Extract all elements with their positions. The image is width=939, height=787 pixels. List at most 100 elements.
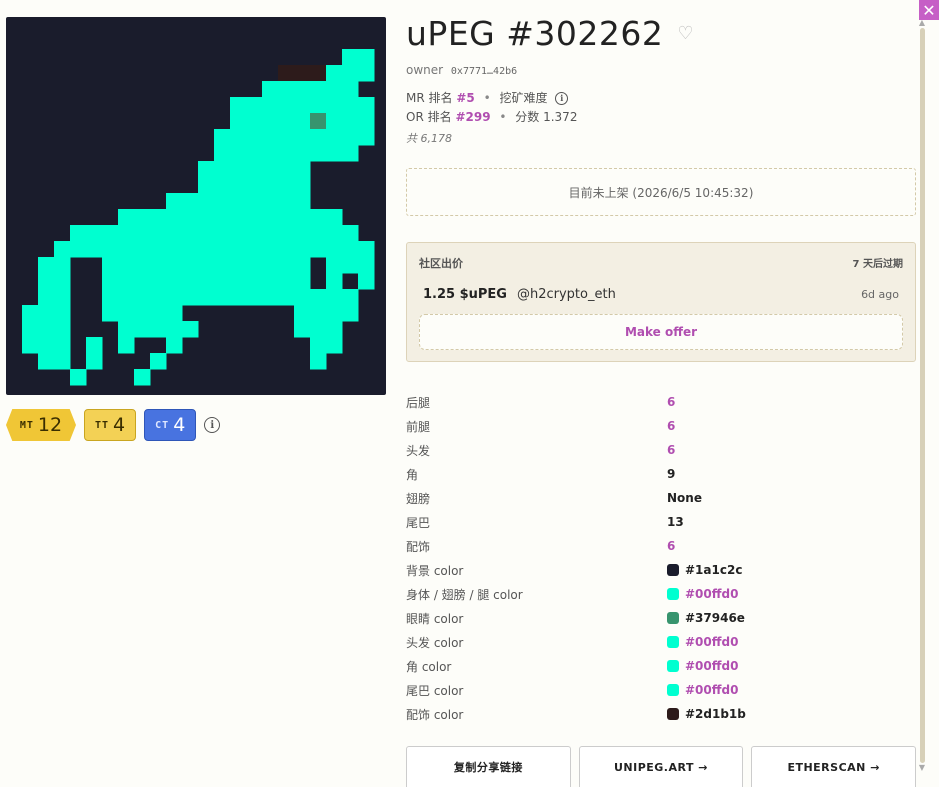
trait-value-text: 6 <box>667 443 676 457</box>
scrollbar-thumb[interactable] <box>919 28 925 763</box>
unipeg-link-button[interactable]: UNIPEG.ART → <box>578 746 744 787</box>
copy-share-link-button[interactable]: 复制分享链接 <box>406 746 571 787</box>
accessory-pixel <box>278 65 326 81</box>
badge-key: TT <box>95 419 110 431</box>
body-pixel <box>230 97 247 114</box>
body-pixel <box>342 257 359 274</box>
trait-key: 前腿 <box>406 419 431 434</box>
body-pixel <box>198 193 215 210</box>
body-pixel <box>182 289 199 306</box>
body-pixel <box>294 193 311 210</box>
body-pixel <box>182 225 199 242</box>
trait-row: 眼睛 color #37946e <box>406 606 916 630</box>
trait-value-text: #00ffd0 <box>685 683 739 697</box>
body-pixel <box>262 81 279 98</box>
body-pixel <box>278 193 295 210</box>
body-pixel <box>214 177 231 194</box>
trait-key: 眼睛 color <box>406 611 464 626</box>
trait-value: None <box>667 491 702 505</box>
trait-key: 背景 color <box>406 563 464 578</box>
body-pixel <box>230 257 247 274</box>
body-pixel <box>278 81 295 98</box>
body-pixel <box>326 241 343 258</box>
body-pixel <box>54 273 71 290</box>
badge-value: 4 <box>113 414 126 436</box>
trait-value-text: #37946e <box>685 611 745 625</box>
body-pixel <box>294 81 311 98</box>
scroll-down-icon[interactable]: ▼ <box>917 763 927 773</box>
rank-info: MR 排名 #5 • 挖矿难度 i OR 排名 #299 • 分数 1.372 … <box>406 89 916 148</box>
scrollbar[interactable]: ▲ ▼ <box>917 18 927 780</box>
trait-value[interactable]: #00ffd0 <box>667 683 738 697</box>
body-pixel <box>262 241 279 258</box>
body-pixel <box>214 257 231 274</box>
make-offer-button[interactable]: Make offer <box>419 314 903 350</box>
trait-value[interactable]: 6 <box>667 443 675 457</box>
etherscan-link-button[interactable]: ETHERSCAN → <box>751 746 917 787</box>
trait-row: 尾巴 color #00ffd0 <box>406 678 916 702</box>
body-pixel <box>342 225 359 242</box>
trait-row: 头发 color #00ffd0 <box>406 630 916 654</box>
body-pixel <box>310 353 327 370</box>
body-pixel <box>294 145 311 162</box>
body-pixel <box>198 241 215 258</box>
body-pixel <box>230 273 247 290</box>
trait-value: #1a1c2c <box>667 563 742 577</box>
trait-value[interactable]: 6 <box>667 419 675 433</box>
trait-row: 角 color #00ffd0 <box>406 654 916 678</box>
offer-user[interactable]: @h2crypto_eth <box>517 287 616 302</box>
trait-key: 尾巴 <box>406 515 431 530</box>
trait-value-text: #1a1c2c <box>685 563 743 577</box>
body-pixel <box>166 289 183 306</box>
body-pixel <box>134 257 151 274</box>
trait-value[interactable]: #00ffd0 <box>667 635 738 649</box>
trait-value-text: #00ffd0 <box>685 635 739 649</box>
body-pixel <box>118 241 135 258</box>
body-pixel <box>246 257 263 274</box>
body-pixel <box>310 225 327 242</box>
body-pixel <box>262 161 279 178</box>
body-pixel <box>246 193 263 210</box>
body-pixel <box>214 209 231 226</box>
body-pixel <box>54 289 71 306</box>
body-pixel <box>358 273 375 290</box>
body-pixel <box>54 257 71 274</box>
body-pixel <box>118 321 135 338</box>
body-pixel <box>214 161 231 178</box>
body-pixel <box>166 225 183 242</box>
heart-icon[interactable]: ♡ <box>677 23 693 44</box>
body-pixel <box>294 289 311 306</box>
offer-age: 6d ago <box>861 288 899 301</box>
body-pixel <box>102 241 119 258</box>
trait-value-text: 6 <box>667 539 676 553</box>
body-pixel <box>150 257 167 274</box>
body-pixel <box>198 209 215 226</box>
body-pixel <box>326 273 343 290</box>
body-pixel <box>326 145 343 162</box>
color-swatch <box>667 564 679 576</box>
trait-value[interactable]: #00ffd0 <box>667 659 738 673</box>
trait-value[interactable]: 6 <box>667 539 675 553</box>
body-pixel <box>118 225 135 242</box>
badge-ct: CT 4 <box>144 409 197 441</box>
body-pixel <box>230 241 247 258</box>
owner-address[interactable]: 0x7771…42b6 <box>451 66 517 77</box>
body-pixel <box>310 305 327 322</box>
body-pixel <box>310 97 327 114</box>
info-icon[interactable]: i <box>555 92 569 105</box>
body-pixel <box>118 305 135 322</box>
body-pixel <box>166 273 183 290</box>
body-pixel <box>38 337 55 354</box>
trait-value[interactable]: 6 <box>667 395 675 409</box>
badge-value: 12 <box>37 414 63 436</box>
close-icon[interactable]: ✕ <box>919 0 939 20</box>
body-pixel <box>278 161 295 178</box>
body-pixel <box>310 129 327 146</box>
body-pixel <box>326 97 343 114</box>
body-pixel <box>342 241 359 258</box>
body-pixel <box>310 81 327 98</box>
trait-row: 头发 6 <box>406 438 916 462</box>
body-pixel <box>310 337 327 354</box>
info-icon[interactable]: i <box>204 417 221 433</box>
trait-value[interactable]: #00ffd0 <box>667 587 738 601</box>
